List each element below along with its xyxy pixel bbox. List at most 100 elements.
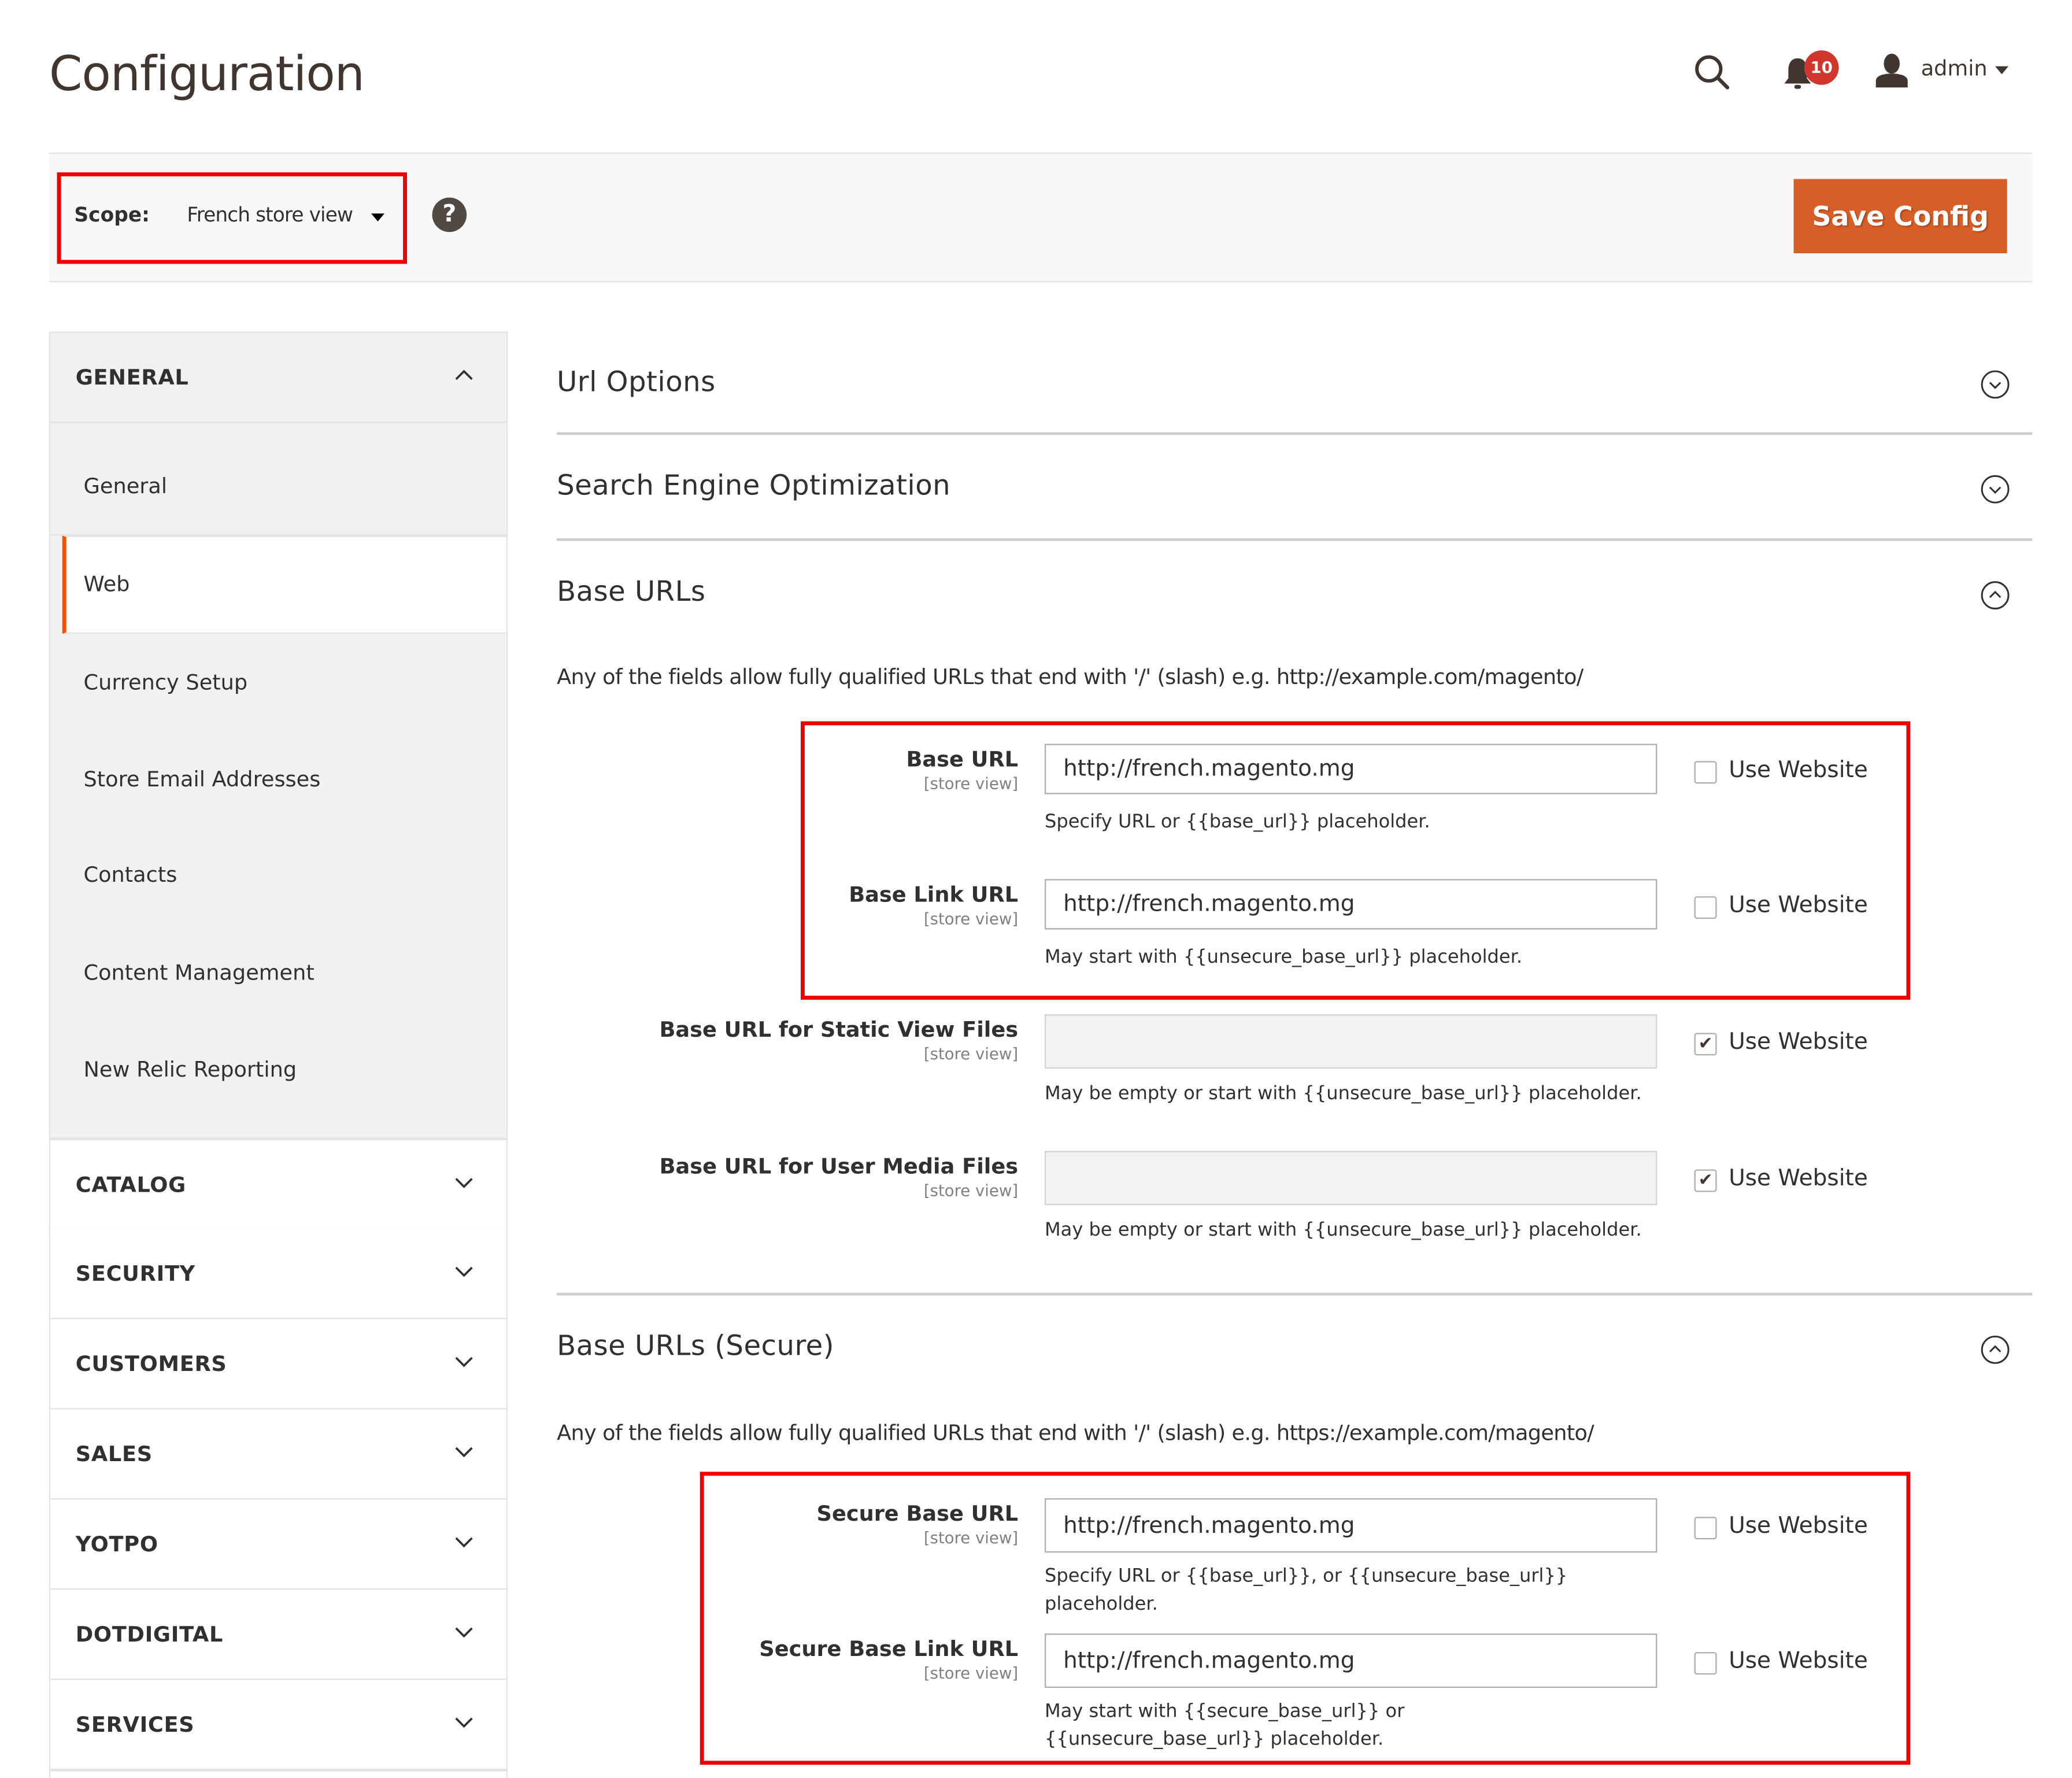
chevron-down-icon	[455, 1447, 473, 1458]
sidebar-group-label: YOTPO	[75, 1531, 158, 1557]
chevron-down-icon	[1995, 66, 2009, 75]
section-divider	[557, 1292, 2033, 1296]
section-note: Any of the fields allow fully qualified …	[557, 664, 1583, 690]
sidebar-group-label: CUSTOMERS	[75, 1351, 227, 1377]
section-title: Base URLs (Secure)	[557, 1329, 835, 1362]
help-icon[interactable]: ?	[432, 197, 467, 232]
chevron-down-icon	[455, 1356, 473, 1367]
use-website-label[interactable]: Use Website	[1729, 1513, 1868, 1539]
use-website-checkbox[interactable]	[1694, 1652, 1717, 1675]
sidebar-group-label: CATALOG	[75, 1172, 186, 1197]
base-link-url-input[interactable]	[1044, 879, 1657, 930]
user-icon	[1875, 53, 1908, 88]
sidebar-group-services[interactable]: SERVICES	[50, 1680, 506, 1772]
notifications-button[interactable]: 10	[1777, 48, 1843, 96]
field-hint: May start with {{unsecure_base_url}} pla…	[1044, 947, 1523, 968]
sidebar-group-yotpo[interactable]: YOTPO	[50, 1499, 506, 1591]
sidebar-item-web[interactable]: Web	[62, 535, 506, 634]
chevron-down-icon	[455, 1537, 473, 1548]
chevron-down-icon	[455, 1717, 473, 1728]
field-label: Secure Base URL	[816, 1500, 1019, 1526]
field-scope: [store view]	[923, 1528, 1019, 1548]
field-scope: [store view]	[923, 910, 1019, 929]
sidebar-item-label: Web	[83, 571, 130, 597]
use-website-label[interactable]: Use Website	[1729, 892, 1868, 919]
chevron-down-icon	[455, 1178, 473, 1188]
sidebar-group-customers[interactable]: CUSTOMERS	[50, 1319, 506, 1411]
scope-label: Scope:	[74, 202, 150, 227]
sidebar-group-label: SALES	[75, 1441, 153, 1467]
sidebar-group-security[interactable]: SECURITY	[50, 1229, 506, 1321]
chevron-down-icon	[455, 1627, 473, 1638]
sidebar-group-label: DOTDIGITAL	[75, 1621, 224, 1647]
secure-base-link-url-input[interactable]	[1044, 1633, 1657, 1688]
secure-base-url-input[interactable]	[1044, 1498, 1657, 1553]
sidebar-item-new-relic-reporting[interactable]: New Relic Reporting	[50, 1022, 506, 1119]
use-website-checkbox[interactable]	[1694, 761, 1717, 784]
section-base-urls-header[interactable]: Base URLs	[557, 561, 2032, 627]
section-note: Any of the fields allow fully qualified …	[557, 1420, 1594, 1446]
sidebar-group-label: SECURITY	[75, 1261, 195, 1287]
use-website-checkbox-checked[interactable]: ✔	[1694, 1033, 1717, 1056]
sidebar-item-general[interactable]: General	[50, 423, 506, 536]
chevron-down-icon	[455, 1266, 473, 1277]
field-scope: [store view]	[923, 774, 1019, 793]
sidebar-general-items: General Web Currency Setup Store Email A…	[50, 423, 506, 1138]
field-scope: [store view]	[923, 1044, 1019, 1064]
use-website-label[interactable]: Use Website	[1729, 757, 1868, 783]
collapse-icon	[1981, 1335, 2010, 1364]
use-website-label[interactable]: Use Website	[1729, 1648, 1868, 1675]
base-url-input[interactable]	[1044, 744, 1657, 794]
section-divider	[557, 538, 2033, 541]
sidebar-group-sales[interactable]: SALES	[50, 1409, 506, 1501]
section-title: Url Options	[557, 365, 716, 398]
expand-icon	[1981, 475, 2010, 504]
sidebar-group-catalog[interactable]: CATALOG	[50, 1137, 506, 1232]
sidebar-item-content-management[interactable]: Content Management	[50, 926, 506, 1022]
sidebar-item-label: Currency Setup	[83, 670, 248, 695]
sidebar-item-store-email-addresses[interactable]: Store Email Addresses	[50, 732, 506, 829]
field-label: Secure Base Link URL	[759, 1636, 1019, 1662]
section-title: Base URLs	[557, 575, 706, 608]
sidebar-item-currency-setup[interactable]: Currency Setup	[50, 635, 506, 731]
sidebar-group-dotdigital[interactable]: DOTDIGITAL	[50, 1590, 506, 1681]
field-hint: May be empty or start with {{unsecure_ba…	[1044, 1219, 1642, 1241]
use-website-checkbox[interactable]	[1694, 896, 1717, 919]
section-seo-header[interactable]: Search Engine Optimization	[557, 455, 2032, 522]
field-scope: [store view]	[923, 1181, 1019, 1200]
field-scope: [store view]	[923, 1664, 1019, 1683]
user-name: admin	[1921, 56, 1988, 81]
field-label: Base URL	[906, 746, 1019, 772]
sidebar-item-label: Content Management	[83, 960, 314, 985]
section-base-urls-secure-header[interactable]: Base URLs (Secure)	[557, 1315, 2032, 1382]
sidebar-item-label: New Relic Reporting	[83, 1056, 297, 1082]
chevron-up-icon	[455, 369, 473, 380]
configuration-page: Configuration 10 admin Scope: French sto…	[0, 0, 2072, 1778]
use-website-label[interactable]: Use Website	[1729, 1029, 1868, 1055]
section-divider	[557, 432, 2033, 435]
field-hint: Specify URL or {{base_url}}, or {{unsecu…	[1044, 1566, 1568, 1615]
field-hint: May start with {{secure_base_url}} or {{…	[1044, 1701, 1405, 1750]
sidebar-item-label: Store Email Addresses	[83, 766, 321, 792]
section-url-options-header[interactable]: Url Options	[557, 352, 2032, 418]
sidebar-item-label: Contacts	[83, 862, 177, 888]
user-menu[interactable]: admin	[1869, 48, 2015, 93]
sidebar-item-contacts[interactable]: Contacts	[50, 827, 506, 924]
use-website-label[interactable]: Use Website	[1729, 1166, 1868, 1192]
notification-count-badge: 10	[1804, 50, 1839, 85]
collapse-icon	[1981, 581, 2010, 610]
sidebar-group-general[interactable]: GENERAL	[50, 331, 506, 424]
sidebar-item-label: General	[83, 473, 168, 499]
field-hint: May be empty or start with {{unsecure_ba…	[1044, 1083, 1642, 1105]
use-website-checkbox[interactable]	[1694, 1517, 1717, 1540]
user-media-files-url-input[interactable]	[1044, 1151, 1657, 1206]
search-icon[interactable]	[1693, 53, 1730, 90]
use-website-checkbox-checked[interactable]: ✔	[1694, 1169, 1717, 1192]
sidebar-group-label: SERVICES	[75, 1712, 195, 1737]
scope-switcher[interactable]: French store view	[180, 194, 393, 236]
chevron-down-icon	[371, 213, 384, 221]
save-config-button[interactable]: Save Config	[1793, 179, 2007, 253]
page-title: Configuration	[49, 47, 365, 102]
sidebar-group-label: GENERAL	[75, 364, 189, 390]
static-view-files-url-input[interactable]	[1044, 1014, 1657, 1069]
